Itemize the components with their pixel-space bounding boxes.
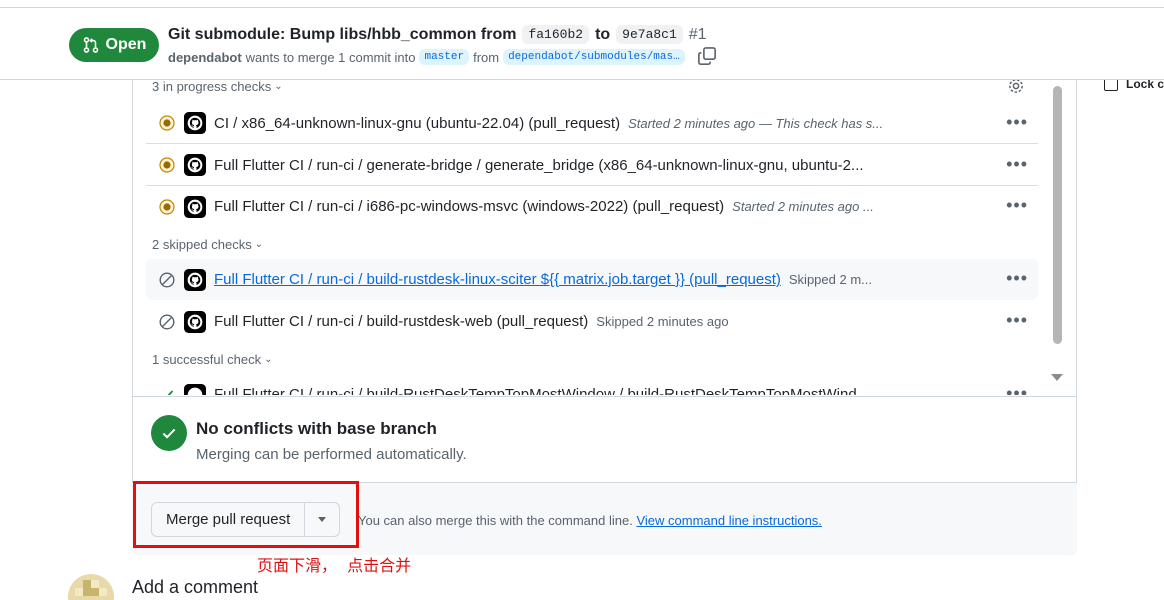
command-line-hint-text: You can also merge this with the command… <box>358 513 633 528</box>
check-name: Full Flutter CI / run-ci / build-rustdes… <box>214 313 589 330</box>
check-name: Full Flutter CI / run-ci / generate-brid… <box>214 156 864 174</box>
annotation-text: 页面下滑， 点击合并 <box>257 556 412 575</box>
chevron-down-icon: ⌄ <box>264 354 273 365</box>
check-name: CI / x86_64-unknown-linux-gnu (ubuntu-22… <box>214 114 621 132</box>
skipped-checks-label: 2 skipped checks <box>152 237 252 252</box>
scroll-down-arrow-icon[interactable] <box>1051 374 1063 381</box>
github-logo-icon <box>184 112 206 134</box>
check-status: Skipped 2 m... <box>788 272 872 287</box>
successful-checks-label: 1 successful check <box>152 352 262 367</box>
view-command-line-link[interactable]: View command line instructions. <box>636 513 821 528</box>
avatar <box>68 574 114 600</box>
check-status: Started 2 minutes ago — This check has s… <box>628 115 884 131</box>
kebab-horizontal-icon[interactable]: ••• <box>1006 195 1028 216</box>
in-progress-icon <box>159 157 175 173</box>
check-name: Full Flutter CI / run-ci / build-RustDes… <box>214 386 870 395</box>
kebab-horizontal-icon[interactable]: ••• <box>1006 268 1028 289</box>
checks-clip: Full Flutter CI / run-ci / build-RustDes… <box>146 374 1038 395</box>
check-row[interactable]: Full Flutter CI / run-ci / build-RustDes… <box>146 374 1038 395</box>
in-progress-icon <box>159 198 175 215</box>
github-logo-icon <box>184 383 206 395</box>
pr-title: Git submodule: Bump libs/hbb_common from… <box>168 25 707 44</box>
author-link[interactable]: dependabot <box>168 50 242 65</box>
kebab-horizontal-icon[interactable]: ••• <box>1006 112 1028 133</box>
check-row[interactable]: Full Flutter CI / run-ci / generate-brid… <box>146 145 1038 186</box>
pr-number: #1 <box>688 25 707 43</box>
kebab-horizontal-icon[interactable]: ••• <box>1006 310 1028 331</box>
kebab-horizontal-icon[interactable]: ••• <box>1006 383 1028 395</box>
checks-scrollbar[interactable] <box>1050 80 1064 390</box>
skipped-checks-toggle[interactable]: 2 skipped checks ⌄ <box>152 237 263 252</box>
head-branch[interactable]: dependabot/submodules/mas… <box>503 49 685 65</box>
check-row[interactable]: Full Flutter CI / run-ci / build-rustdes… <box>146 301 1038 342</box>
skip-icon <box>159 313 175 330</box>
git-pull-request-icon <box>83 37 98 53</box>
check-name: Full Flutter CI / run-ci / i686-pc-windo… <box>214 198 725 215</box>
base-branch[interactable]: master <box>419 49 470 65</box>
sha-to[interactable]: 9e7a8c1 <box>616 25 683 44</box>
github-logo-icon <box>184 268 206 291</box>
check-row[interactable]: Full Flutter CI / run-ci / i686-pc-windo… <box>146 186 1038 227</box>
divider <box>0 7 1164 8</box>
sha-from[interactable]: fa160b2 <box>522 25 590 44</box>
pr-state-badge: Open <box>69 28 159 62</box>
conflict-subtitle: Merging can be performed automatically. <box>196 446 467 463</box>
conflict-title: No conflicts with base branch <box>196 419 437 438</box>
copy-icon[interactable] <box>697 46 717 66</box>
kebab-horizontal-icon[interactable]: ••• <box>1006 154 1028 175</box>
check-row[interactable]: Full Flutter CI / run-ci / build-rustdes… <box>146 259 1038 300</box>
check-row[interactable]: CI / x86_64-unknown-linux-gnu (ubuntu-22… <box>146 103 1038 144</box>
to-word: to <box>595 25 611 43</box>
in-progress-checks-toggle[interactable]: 3 in progress checks ⌄ <box>152 79 283 94</box>
conflict-status-section: No conflicts with base branch Merging ca… <box>132 396 1077 482</box>
from-word: from <box>473 49 500 65</box>
in-progress-icon <box>159 115 175 131</box>
chevron-down-icon: ⌄ <box>254 239 264 250</box>
successful-checks-toggle[interactable]: 1 successful check ⌄ <box>152 352 273 367</box>
github-logo-icon <box>184 195 206 218</box>
pr-state-label: Open <box>105 36 147 53</box>
check-status: Started 2 minutes ago ... <box>732 199 874 214</box>
pr-title-text: Git submodule: Bump libs/hbb_common from <box>168 25 517 43</box>
check-status: Skipped 2 minutes ago <box>596 314 729 329</box>
github-logo-icon <box>184 310 206 333</box>
check-icon <box>161 389 174 395</box>
chevron-down-icon: ⌄ <box>274 81 283 92</box>
skip-icon <box>159 271 175 288</box>
sticky-pr-header: Open Git submodule: Bump libs/hbb_common… <box>0 0 1164 80</box>
command-line-hint: You can also merge this with the command… <box>358 513 822 528</box>
in-progress-checks-label: 3 in progress checks <box>152 79 272 94</box>
scrollbar-thumb[interactable] <box>1053 86 1062 344</box>
check-name-link[interactable]: Full Flutter CI / run-ci / build-rustdes… <box>214 271 781 288</box>
merge-intent-text: wants to merge 1 commit into <box>245 49 416 65</box>
add-comment-heading: Add a comment <box>132 577 259 597</box>
check-circle-icon <box>151 415 187 451</box>
github-logo-icon <box>184 154 206 176</box>
annotation-highlight-box <box>133 481 359 548</box>
pr-subtitle: dependabot wants to merge 1 commit into … <box>168 49 685 65</box>
